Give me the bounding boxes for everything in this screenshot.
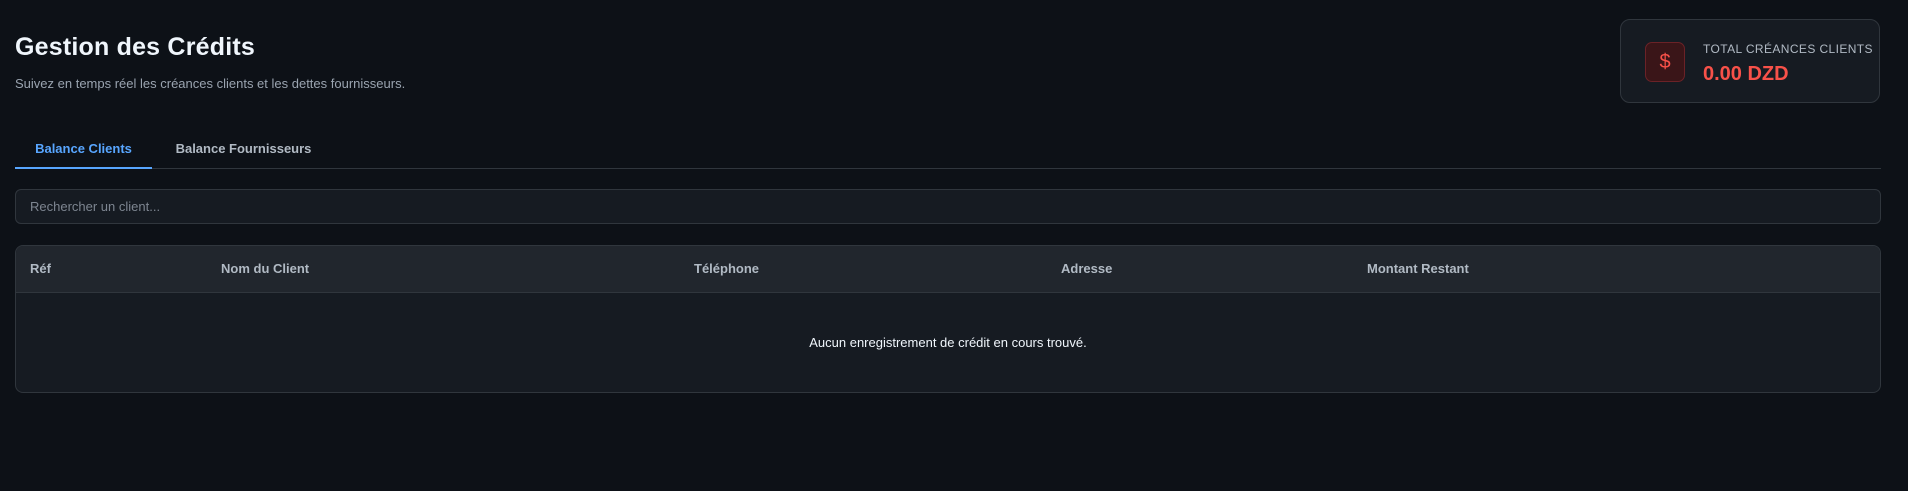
tab-balance-clients[interactable]: Balance Clients bbox=[15, 132, 152, 169]
total-receivables-card: $ TOTAL CRÉANCES CLIENTS 0.00 DZD bbox=[1620, 19, 1880, 103]
column-header-remaining-amount: Montant Restant bbox=[1367, 261, 1469, 276]
empty-state-message: Aucun enregistrement de crédit en cours … bbox=[809, 335, 1087, 350]
total-receivables-value: 0.00 DZD bbox=[1703, 63, 1789, 85]
column-header-client-name: Nom du Client bbox=[221, 261, 310, 276]
column-header-address: Adresse bbox=[1061, 261, 1113, 276]
balance-tabs: Balance Clients Balance Fournisseurs bbox=[15, 132, 1881, 169]
column-header-ref: Réf bbox=[30, 261, 51, 276]
table-header: Réf Nom du Client Téléphone Adresse Mont… bbox=[16, 246, 1880, 293]
page-title: Gestion des Crédits bbox=[15, 33, 255, 61]
total-receivables-label: TOTAL CRÉANCES CLIENTS bbox=[1703, 42, 1873, 56]
tab-balance-fournisseurs[interactable]: Balance Fournisseurs bbox=[160, 132, 327, 167]
search-client-input[interactable] bbox=[15, 189, 1881, 224]
page-subtitle: Suivez en temps réel les créances client… bbox=[15, 76, 406, 91]
column-header-phone: Téléphone bbox=[694, 261, 760, 276]
dollar-icon: $ bbox=[1645, 42, 1685, 82]
credits-page: Gestion des Crédits Suivez en temps réel… bbox=[0, 0, 1908, 491]
credits-table: Réf Nom du Client Téléphone Adresse Mont… bbox=[15, 245, 1881, 393]
